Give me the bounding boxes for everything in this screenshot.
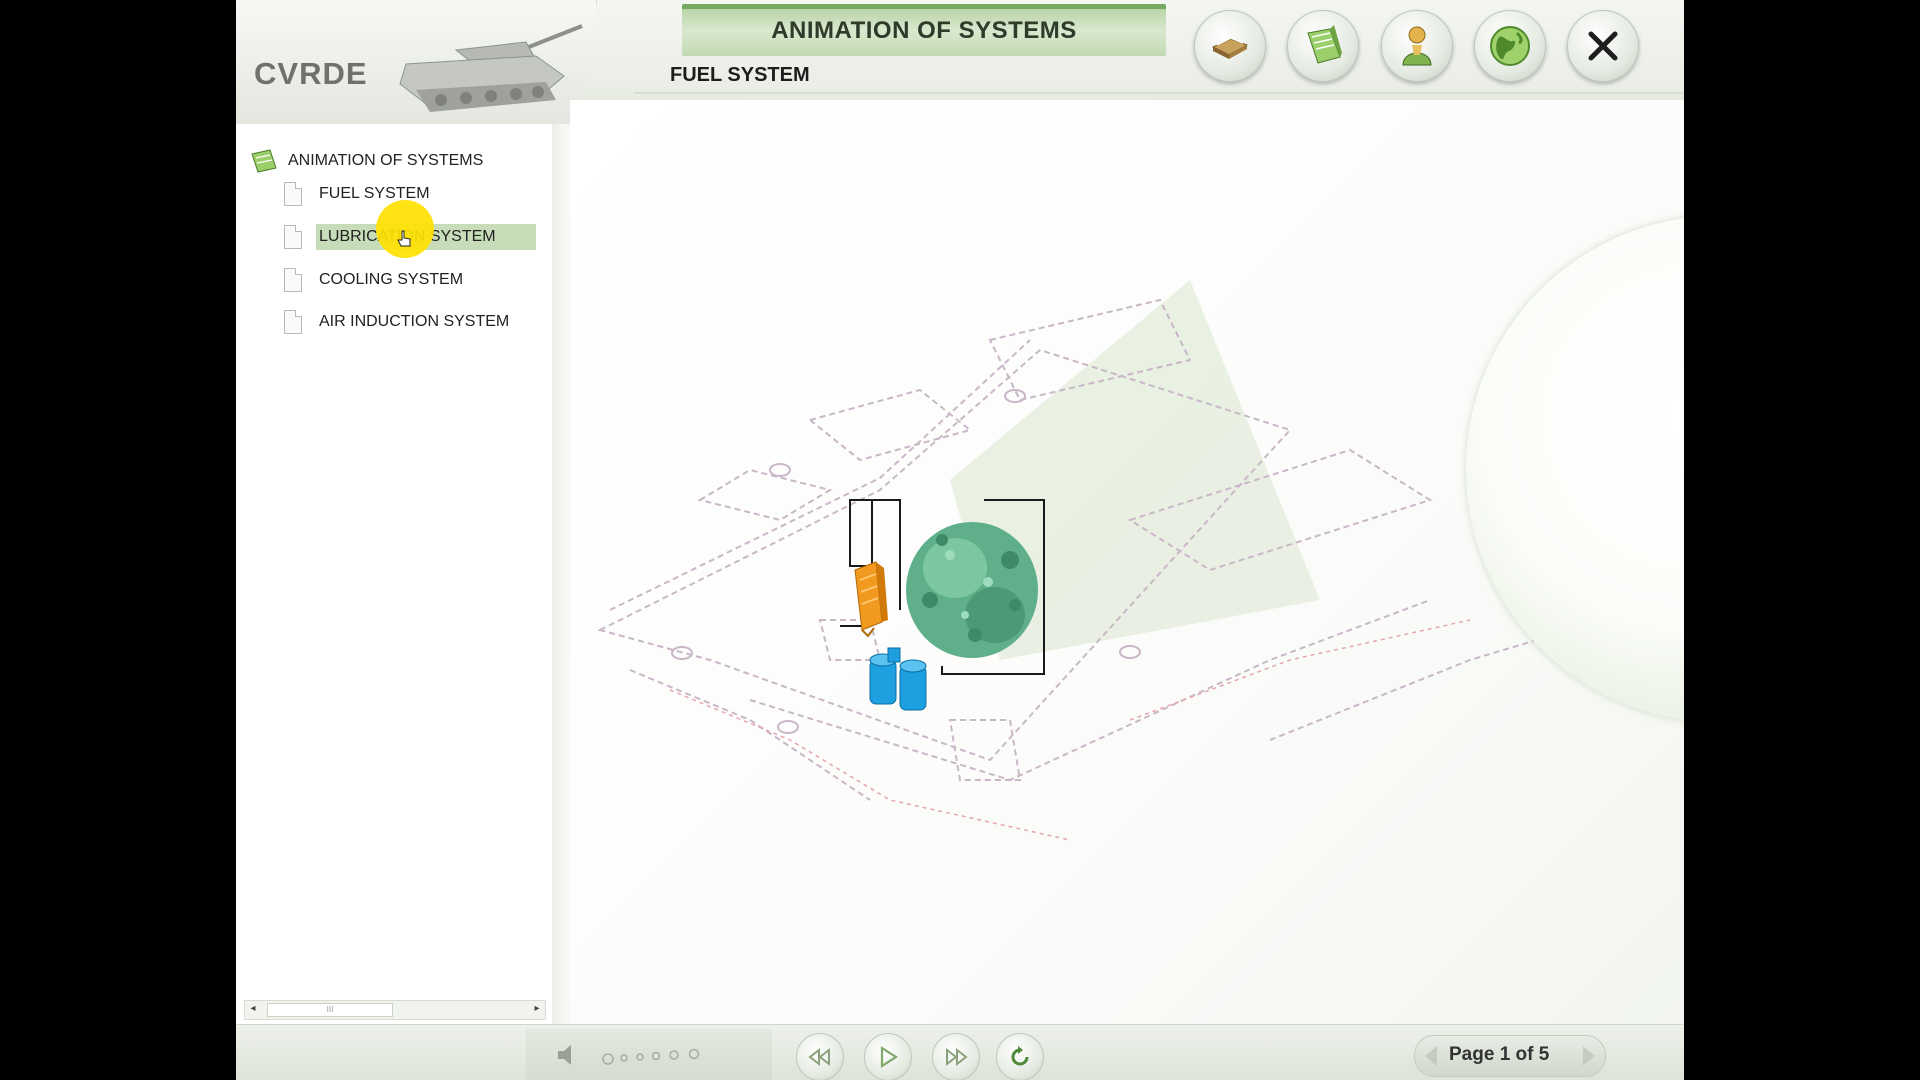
volume-slider[interactable] [600,1049,710,1069]
sidebar-horizontal-scrollbar[interactable]: ◂ III ▸ [244,1000,546,1020]
pipe-lines [669,619,1471,841]
logo-panel: CVRDE [236,0,597,124]
user-button[interactable] [1381,10,1453,82]
scrollbar-thumb[interactable]: III [267,1003,393,1017]
play-button[interactable] [864,1033,912,1080]
globe-button[interactable] [1474,10,1546,82]
speaker-icon[interactable] [556,1043,576,1067]
fast-forward-button[interactable] [932,1033,980,1080]
fuel-filter-icon [869,647,927,711]
replay-icon [1011,1046,1029,1066]
prev-page-icon[interactable] [1425,1046,1437,1066]
player-footer: Page 1 of 5 [236,1024,1684,1080]
document-icon [284,268,302,292]
tree-root-label: ANIMATION OF SYSTEMS [288,152,484,169]
rewind-icon [808,1047,830,1067]
sidebar-item-cooling-system[interactable]: COOLING SYSTEM [284,264,536,296]
scroll-left-icon[interactable]: ◂ [245,1001,261,1017]
rewind-button[interactable] [796,1033,844,1080]
engine-icon [906,522,1038,658]
page-navigator: Page 1 of 5 [1414,1035,1606,1077]
animation-canvas [570,100,1684,1024]
hand-cursor-icon [397,230,411,247]
close-icon [1588,31,1618,61]
tank-logo-icon [399,24,583,112]
person-icon [1402,26,1432,66]
sidebar-divider [552,124,570,1024]
sidebar-item-label: COOLING SYSTEM [319,271,464,288]
replay-button[interactable] [996,1033,1044,1080]
app-title: ANIMATION OF SYSTEMS [771,17,1077,44]
play-icon [880,1045,899,1069]
book-button[interactable] [1194,10,1266,82]
next-page-icon[interactable] [1583,1046,1595,1066]
tree-root[interactable]: ANIMATION OF SYSTEMS [250,148,483,174]
document-icon [284,225,302,249]
globe-icon [1490,26,1530,66]
fuel-pump-icon [854,561,888,638]
logo-text: CVRDE [254,56,368,91]
bookmark-button[interactable] [1287,10,1359,82]
document-icon [284,182,302,206]
bookmark-icon [1307,25,1342,64]
fast-forward-icon [946,1047,968,1067]
volume-area [526,1029,772,1080]
sidebar-tree: ANIMATION OF SYSTEMS FUEL SYSTEM LUBRICA… [236,124,553,1024]
sidebar-item-air-induction-system[interactable]: AIR INDUCTION SYSTEM [284,306,536,338]
section-heading: FUEL SYSTEM [670,64,810,86]
close-button[interactable] [1567,10,1639,82]
document-icon [284,310,302,334]
app-title-tab: ANIMATION OF SYSTEMS [682,4,1166,56]
book-folder-icon [251,149,277,173]
scroll-right-icon[interactable]: ▸ [529,1001,545,1017]
thumb-grip: III [326,1005,334,1014]
page-indicator: Page 1 of 5 [1449,1044,1550,1065]
app-window: CVRDE ANIMATION OF SYSTEMS FUEL SYSTEM A… [236,0,1684,1080]
book-icon [1211,37,1249,59]
sidebar-item-label: AIR INDUCTION SYSTEM [319,313,510,330]
